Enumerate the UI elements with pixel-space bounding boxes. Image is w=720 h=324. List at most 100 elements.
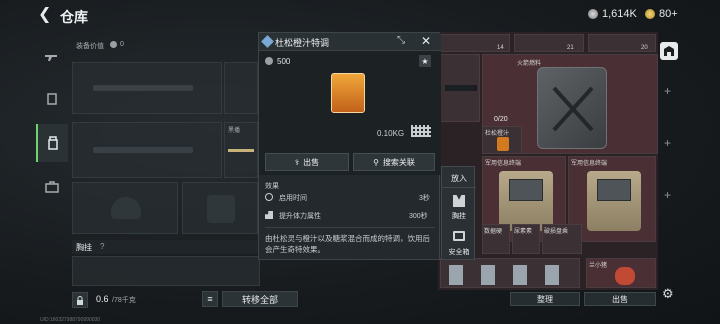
consumable-tab-icon[interactable]	[36, 124, 68, 162]
fuel-label: 火箭燃料	[517, 61, 542, 67]
settings-gear-icon[interactable]: ⚙	[662, 286, 674, 302]
data-drive-item[interactable]: 数据硬	[482, 224, 510, 254]
weapon-tab-icon[interactable]	[36, 38, 68, 76]
vest-icon	[453, 195, 465, 207]
orange-drink-glass-icon	[331, 73, 365, 113]
right-rail: + + + ⚙	[658, 32, 682, 301]
list-view-icon[interactable]: ≡	[202, 291, 218, 307]
put-in-safe-box-option[interactable]: 安全箱	[442, 227, 476, 259]
terminal-label: 军用信息终端	[571, 161, 608, 167]
add-icon[interactable]: +	[664, 188, 671, 202]
effect-value: 3秒	[419, 195, 430, 202]
effect-name: 提升体力属性	[279, 213, 321, 220]
sell-icon: ⚕	[294, 157, 300, 167]
add-icon[interactable]: +	[664, 84, 671, 98]
urea-item[interactable]: 尿素素	[512, 224, 540, 254]
favorite-star-icon[interactable]: ★	[419, 55, 431, 67]
ammo-count: 0/20	[494, 116, 508, 123]
add-icon[interactable]: +	[664, 136, 671, 150]
gold-coin-icon	[645, 9, 655, 19]
warehouse-screen: ❮ 仓库 1,614K 80+ 装备价值 0 黑播 胸挂 ? 0.6 /78千克…	[0, 0, 720, 324]
put-in-vest-option[interactable]: 胸挂	[442, 191, 476, 223]
currency-gold[interactable]: 80+	[645, 8, 678, 20]
helmet-slot[interactable]	[72, 182, 178, 234]
vest-help-icon[interactable]: ?	[100, 242, 104, 251]
sell-button[interactable]: 出售	[584, 292, 656, 306]
sell-item-button[interactable]: ⚕ 出售	[265, 153, 349, 171]
divider	[265, 227, 435, 228]
lock-icon[interactable]	[72, 292, 88, 308]
piggy-icon	[615, 267, 635, 285]
vest-header: 胸挂 ?	[72, 240, 260, 254]
bullet-icon	[228, 149, 254, 152]
status-uid: UID:160327988790990030	[40, 317, 101, 323]
put-in-menu: 放入 胸挂 安全箱	[441, 166, 476, 260]
weapon-part-icon	[445, 85, 477, 91]
capacity-value: 0.6	[96, 294, 109, 304]
armor-slot[interactable]	[182, 182, 258, 234]
capacity-max: /78千克	[112, 297, 136, 304]
compare-icon[interactable]: ⤡	[397, 35, 405, 46]
item-label: 兰小猪	[589, 263, 608, 269]
grid-item[interactable]: 20	[588, 34, 656, 52]
glass-icon	[497, 137, 509, 151]
jerrycan-icon	[537, 67, 607, 149]
safe-box-icon	[453, 231, 465, 241]
armor-silhouette-icon	[207, 195, 235, 223]
vest-option-label: 胸挂	[452, 213, 466, 220]
armor-tab-icon[interactable]	[36, 80, 68, 118]
helmet-silhouette-icon	[111, 197, 141, 219]
divider	[442, 187, 476, 188]
rifle-silhouette-icon	[93, 147, 193, 153]
case-tab-icon[interactable]	[36, 168, 68, 206]
ammo-slot[interactable]: 黑播	[224, 122, 258, 178]
weapon-part-item[interactable]	[440, 54, 480, 122]
vest-grid[interactable]	[72, 256, 260, 286]
equip-value: 0	[120, 41, 124, 48]
currency-gold-value: 80+	[659, 8, 678, 20]
grid-item[interactable]: 14	[440, 34, 510, 52]
stamina-icon	[265, 211, 273, 219]
card-icon	[449, 265, 463, 285]
terminal-case-icon	[499, 171, 553, 231]
card-icon	[513, 265, 527, 285]
transfer-all-button[interactable]: 转移全部	[222, 291, 298, 307]
secondary-weapon-slot[interactable]	[72, 122, 222, 178]
back-arrow-icon[interactable]: ❮	[38, 6, 54, 24]
currency-koen: 1,614K	[588, 8, 637, 20]
capacity-bar: 0.6 /78千克 ≡ 转移全部	[70, 290, 340, 312]
item-label: 破损盘乘	[544, 229, 569, 235]
category-sidebar	[36, 30, 68, 324]
popup-header: 杜松橙汁特调 ⤡ ✕	[259, 33, 441, 51]
effect-name: 启用时间	[279, 195, 307, 202]
clock-icon	[265, 193, 273, 201]
terminal-case-icon	[587, 171, 641, 231]
item-count-badge: 21	[567, 45, 574, 51]
sort-button[interactable]: 整理	[510, 292, 580, 306]
item-description: 由杜松灵与橙汁以及糖浆混合而成的特调，饮用后会产生奇特效果。	[265, 234, 430, 254]
grid-item[interactable]: 21	[514, 34, 584, 52]
equip-value-label: 装备价值	[76, 43, 104, 50]
orange-drink-item[interactable]: 杜松橙汁	[482, 126, 522, 154]
sell-item-label: 出售	[303, 157, 320, 167]
storage-icon[interactable]	[660, 42, 678, 60]
secondary-slot[interactable]	[224, 62, 258, 114]
orange-drink-label: 杜松橙汁	[485, 131, 510, 137]
effect-value: 300秒	[409, 213, 428, 220]
close-icon[interactable]: ✕	[421, 34, 431, 48]
grid-size-icon	[411, 125, 431, 137]
rifle-silhouette-icon	[93, 85, 193, 91]
item-type-icon	[261, 35, 274, 48]
piggy-item[interactable]: 兰小猪	[586, 258, 656, 288]
vest-label: 胸挂	[76, 243, 92, 252]
card-row[interactable]	[440, 258, 580, 288]
terminal-label: 军用信息终端	[485, 161, 522, 167]
coin-icon	[110, 41, 117, 48]
primary-weapon-slot[interactable]	[72, 62, 222, 114]
currency-koen-value: 1,614K	[602, 8, 637, 20]
page-title: 仓库	[60, 9, 88, 25]
item-value: 500	[277, 57, 291, 66]
search-related-button[interactable]: ⚲ 搜索关联	[353, 153, 435, 171]
broken-disk-item[interactable]: 破损盘乘	[542, 224, 582, 254]
item-detail-popup: 杜松橙汁特调 ⤡ ✕ 500 ★ 0.10KG ⚕ 出售 ⚲ 搜索关联 效果 启…	[258, 32, 441, 260]
